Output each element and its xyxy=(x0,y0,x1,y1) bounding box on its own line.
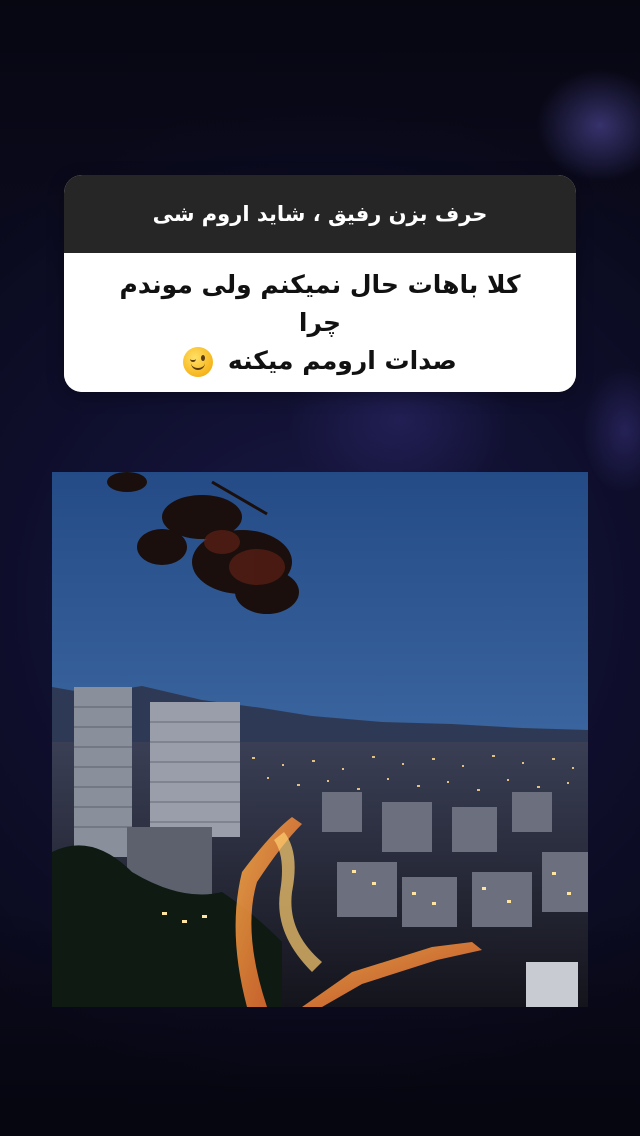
sticker-question: حرف بزن رفیق ، شاید اروم شی xyxy=(64,175,576,253)
sticker-answer: کلا باهات حال نمیکنم ولی موندم چرا صدات … xyxy=(64,253,576,392)
question-text: حرف بزن رفیق ، شاید اروم شی xyxy=(152,202,488,226)
story-photo xyxy=(52,472,588,1007)
question-sticker[interactable]: حرف بزن رفیق ، شاید اروم شی کلا باهات حا… xyxy=(64,175,576,392)
winking-face-icon xyxy=(183,346,214,377)
answer-line-1: کلا باهات حال نمیکنم ولی موندم چرا xyxy=(119,269,521,337)
answer-line-2: صدات ارومم میکنه xyxy=(227,345,457,375)
